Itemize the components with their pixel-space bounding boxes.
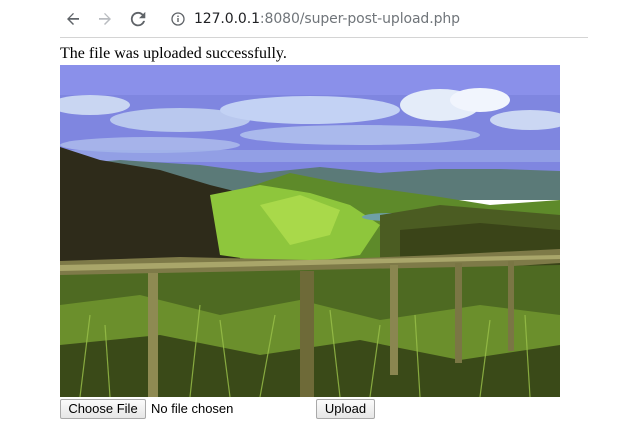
address-bar[interactable]: 127.0.0.1:8080/super-post-upload.php [162,5,588,33]
forward-button[interactable] [92,6,118,32]
url-path: :8080/super-post-upload.php [259,11,460,27]
upload-success-message: The file was uploaded successfully. [60,45,287,62]
arrow-right-icon [99,13,111,25]
back-button[interactable] [60,6,86,32]
upload-button[interactable]: Upload [316,399,375,419]
reload-button[interactable] [125,6,151,32]
arrow-left-icon [67,13,79,25]
toolbar-divider [60,37,588,38]
upload-form: Choose File No file chosen Upload [60,399,620,421]
file-status-text: No file chosen [151,401,234,416]
choose-file-button[interactable]: Choose File [60,399,146,419]
info-icon[interactable] [170,11,186,27]
url-host: 127.0.0.1 [194,11,260,27]
page-content: The file was uploaded successfully. Choo… [60,44,620,419]
browser-toolbar: 127.0.0.1:8080/super-post-upload.php [0,0,640,38]
url-text: 127.0.0.1:8080/super-post-upload.php [194,11,460,27]
reload-icon [130,11,146,27]
uploaded-landscape-photo [60,65,560,397]
